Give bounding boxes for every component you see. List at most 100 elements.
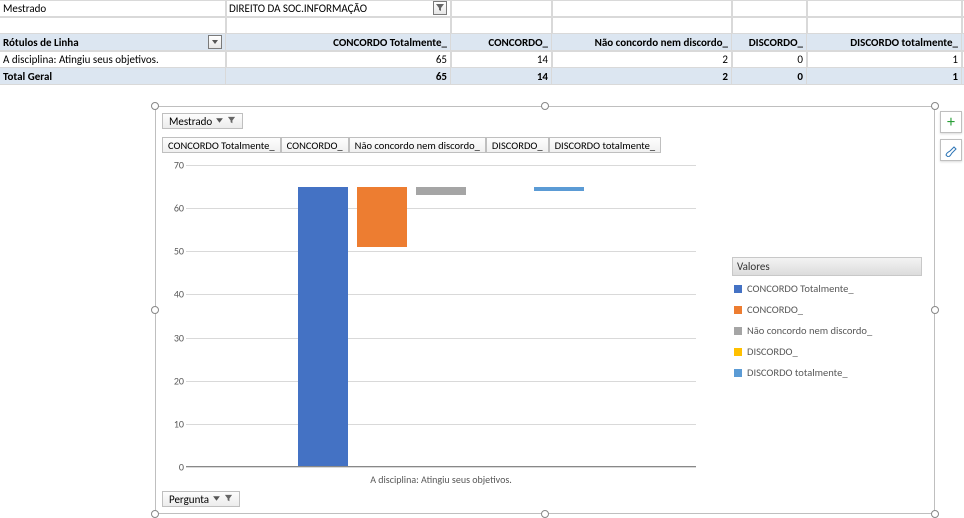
y-tick-label: 40 [174, 288, 184, 301]
row-labels-dropdown-icon[interactable] [208, 35, 222, 49]
empty-cell[interactable] [552, 0, 732, 16]
series-button[interactable]: DISCORDO_ [486, 137, 549, 153]
legend-item: DISCORDO_ [734, 345, 922, 358]
legend-swatch [734, 369, 742, 377]
legend-swatch [734, 306, 742, 314]
chart-legend: Valores CONCORDO Totalmente_ CONCORDO_ Não… [732, 257, 922, 387]
pivot-total-row: Total Geral 65 14 2 0 1 [0, 68, 964, 85]
selection-handle[interactable] [541, 510, 549, 518]
y-tick-label: 0 [179, 461, 184, 474]
selection-handle[interactable] [931, 102, 939, 110]
chart-side-tools: + [940, 111, 962, 161]
row-label[interactable]: A disciplina: Atingiu seus objetivos. [0, 51, 226, 67]
series-button[interactable]: Não concordo nem discordo_ [349, 137, 486, 153]
series-button[interactable]: DISCORDO totalmente_ [549, 137, 662, 153]
category-label: A disciplina: Atingiu seus objetivos. [186, 467, 696, 486]
chart-filter-label: Mestrado [169, 115, 212, 128]
row-labels-header[interactable]: Rótulos de Linha [0, 34, 226, 50]
legend-item: CONCORDO_ [734, 303, 922, 316]
selection-handle[interactable] [541, 102, 549, 110]
empty-cell[interactable] [451, 17, 552, 33]
cell-filter-value[interactable]: DIREITO DA SOC.INFORMAÇÃO [226, 0, 451, 16]
cell-mestrado-label[interactable]: Mestrado [0, 0, 226, 16]
legend-label: CONCORDO_ [747, 303, 803, 316]
selection-handle[interactable] [151, 102, 159, 110]
legend-swatch [734, 285, 742, 293]
bar[interactable] [298, 187, 348, 467]
y-tick-label: 50 [174, 245, 184, 258]
legend-label: DISCORDO totalmente_ [747, 366, 848, 379]
chart-plot-area: 010203040506070 A disciplina: Atingiu se… [186, 165, 696, 467]
selection-handle[interactable] [151, 510, 159, 518]
chevron-down-icon [215, 115, 224, 128]
legend-label: CONCORDO Totalmente_ [747, 282, 854, 295]
total-label[interactable]: Total Geral [0, 68, 226, 84]
empty-cell[interactable] [807, 0, 962, 16]
legend-title: Valores [732, 257, 922, 276]
data-cell[interactable]: 1 [807, 51, 962, 67]
data-cell[interactable]: 14 [451, 51, 552, 67]
col-header[interactable]: DISCORDO totalmente_ [807, 34, 962, 50]
y-tick-label: 70 [174, 159, 184, 172]
total-cell[interactable]: 0 [732, 68, 807, 84]
funnel-icon [227, 115, 236, 128]
empty-cell[interactable] [732, 17, 807, 33]
legend-label: Não concordo nem discordo_ [747, 324, 872, 337]
pivot-data-row: A disciplina: Atingiu seus objetivos. 65… [0, 51, 964, 68]
empty-cell[interactable] [732, 0, 807, 16]
chart-series-buttons: CONCORDO Totalmente_ CONCORDO_ Não conco… [162, 137, 661, 153]
series-button[interactable]: CONCORDO_ [281, 137, 349, 153]
y-tick-label: 60 [174, 202, 184, 215]
legend-item: DISCORDO totalmente_ [734, 366, 922, 379]
pivot-header-row: Rótulos de Linha CONCORDO Totalmente_ CO… [0, 34, 964, 51]
legend-swatch [734, 327, 742, 335]
col-header[interactable]: Não concordo nem discordo_ [552, 34, 732, 50]
chart-style-brush-button[interactable] [940, 139, 962, 161]
selection-handle[interactable] [931, 510, 939, 518]
data-cell[interactable]: 65 [226, 51, 451, 67]
bar[interactable] [357, 187, 407, 247]
pivot-chart[interactable]: + Mestrado CONCORDO Totalmente_ CONCORDO… [155, 106, 935, 514]
series-button[interactable]: CONCORDO Totalmente_ [162, 137, 281, 153]
bars-container [186, 165, 696, 467]
selection-handle[interactable] [931, 306, 939, 314]
total-cell[interactable]: 14 [451, 68, 552, 84]
y-axis: 010203040506070 [162, 165, 184, 467]
empty-cell[interactable] [451, 0, 552, 16]
y-tick-label: 10 [174, 417, 184, 430]
funnel-icon [224, 493, 233, 506]
chevron-down-icon [212, 493, 221, 506]
chart-add-element-button[interactable]: + [940, 111, 962, 133]
bar[interactable] [534, 187, 584, 191]
selection-handle[interactable] [151, 306, 159, 314]
empty-cell[interactable] [0, 17, 226, 33]
chart-filter-pergunta[interactable]: Pergunta [162, 491, 240, 507]
empty-cell[interactable] [226, 17, 451, 33]
filter-value-text: DIREITO DA SOC.INFORMAÇÃO [229, 2, 367, 15]
y-tick-label: 30 [174, 331, 184, 344]
col-header[interactable]: CONCORDO Totalmente_ [226, 34, 451, 50]
bar-group [186, 187, 696, 467]
legend-item: CONCORDO Totalmente_ [734, 282, 922, 295]
total-cell[interactable]: 2 [552, 68, 732, 84]
bar[interactable] [416, 187, 466, 196]
total-cell[interactable]: 65 [226, 68, 451, 84]
sheet-row: Mestrado DIREITO DA SOC.INFORMAÇÃO [0, 0, 964, 17]
col-header[interactable]: CONCORDO_ [451, 34, 552, 50]
y-tick-label: 20 [174, 374, 184, 387]
legend-swatch [734, 348, 742, 356]
legend-item: Não concordo nem discordo_ [734, 324, 922, 337]
chart-filter-mestrado[interactable]: Mestrado [162, 113, 243, 129]
data-cell[interactable]: 2 [552, 51, 732, 67]
row-labels-text: Rótulos de Linha [3, 36, 79, 49]
data-cell[interactable]: 0 [732, 51, 807, 67]
chart-filter-label: Pergunta [169, 493, 209, 506]
col-header[interactable]: DISCORDO_ [732, 34, 807, 50]
sheet-row [0, 17, 964, 34]
chart-field-button-row: Mestrado [162, 113, 243, 129]
legend-label: DISCORDO_ [747, 345, 798, 358]
total-cell[interactable]: 1 [807, 68, 962, 84]
filter-dropdown-icon[interactable] [433, 1, 447, 15]
empty-cell[interactable] [552, 17, 732, 33]
empty-cell[interactable] [807, 17, 962, 33]
